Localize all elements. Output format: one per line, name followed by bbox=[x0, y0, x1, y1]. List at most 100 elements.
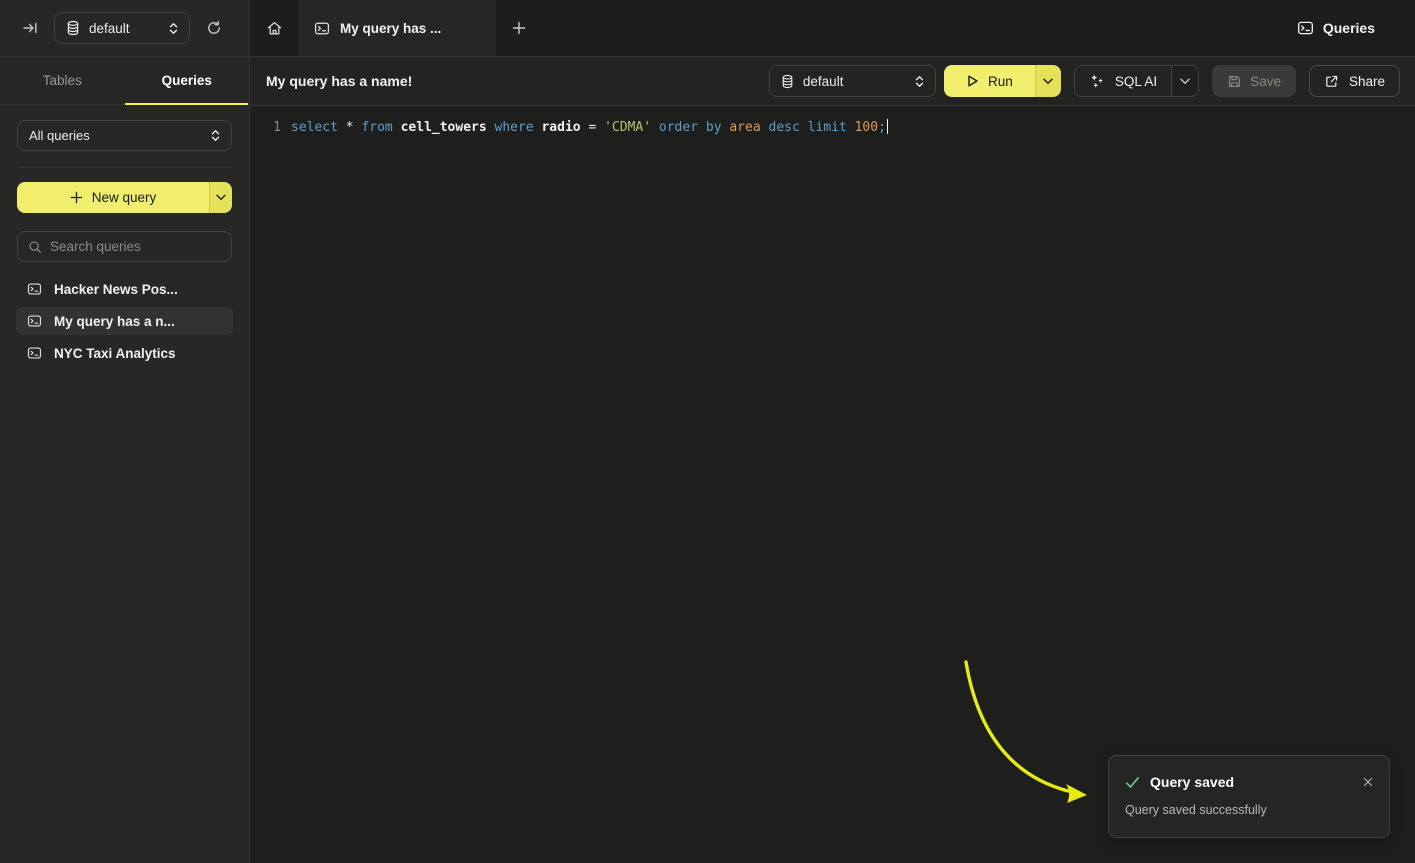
save-button[interactable]: Save bbox=[1212, 65, 1296, 97]
run-split-button: Run bbox=[944, 65, 1061, 97]
sidebar-tabs: Tables Queries bbox=[0, 57, 249, 105]
share-label: Share bbox=[1349, 74, 1385, 89]
sql-token: desc limit bbox=[769, 120, 855, 135]
main-area: My query has a name! default bbox=[250, 57, 1415, 863]
query-list-item[interactable]: Hacker News Pos... bbox=[16, 275, 233, 303]
close-toast-button[interactable] bbox=[1363, 775, 1373, 789]
topbar-sidebar-section: default bbox=[0, 0, 250, 56]
sidebar-tab-tables-label: Tables bbox=[43, 73, 82, 88]
search-queries-box bbox=[17, 231, 232, 262]
query-filter-section: All queries New query bbox=[0, 105, 249, 262]
page-title: My query has a name! bbox=[266, 73, 412, 89]
sparkles-ai-icon bbox=[1089, 73, 1105, 89]
sql-token: radio bbox=[541, 120, 588, 135]
sql-ai-dropdown-button[interactable] bbox=[1171, 66, 1198, 96]
tab-strip: My query has ... Queries bbox=[250, 0, 1415, 56]
collapse-sidebar-button[interactable] bbox=[22, 20, 38, 36]
sql-token: = bbox=[588, 120, 604, 135]
plus-icon bbox=[70, 191, 83, 204]
divider bbox=[17, 167, 232, 168]
search-icon bbox=[28, 240, 42, 254]
save-label: Save bbox=[1250, 74, 1281, 89]
refresh-icon bbox=[206, 20, 222, 36]
check-icon bbox=[1125, 776, 1140, 789]
new-query-dropdown-button[interactable] bbox=[209, 182, 232, 213]
toast-header: Query saved bbox=[1125, 774, 1373, 790]
query-list-item-selected[interactable]: My query has a n... bbox=[16, 307, 233, 335]
query-item-label: NYC Taxi Analytics bbox=[54, 346, 176, 361]
run-label: Run bbox=[988, 74, 1013, 89]
sql-ai-split-button: SQL AI bbox=[1074, 65, 1199, 97]
run-button[interactable]: Run bbox=[944, 65, 1035, 97]
new-query-split-button: New query bbox=[17, 182, 232, 213]
sql-editor[interactable]: 1 select * from cell_towers where radio … bbox=[250, 106, 1415, 136]
terminal-icon bbox=[27, 346, 42, 360]
close-icon bbox=[1363, 777, 1373, 787]
play-icon bbox=[966, 74, 979, 88]
chevron-down-icon bbox=[1043, 78, 1053, 85]
sql-token: select bbox=[291, 120, 346, 135]
sql-token: cell_towers bbox=[401, 120, 495, 135]
refresh-button[interactable] bbox=[206, 20, 222, 36]
sql-token: where bbox=[495, 120, 542, 135]
sql-token: 'CDMA' bbox=[604, 120, 659, 135]
tab-label: My query has ... bbox=[340, 21, 441, 36]
line-number: 1 bbox=[267, 119, 281, 136]
editor-toolbar: default Run bbox=[769, 65, 1400, 97]
query-filter-select[interactable]: All queries bbox=[17, 120, 232, 151]
database-icon bbox=[66, 20, 80, 36]
sidebar-tab-queries[interactable]: Queries bbox=[125, 57, 250, 104]
save-icon bbox=[1227, 74, 1242, 89]
toolbar-database-value: default bbox=[803, 74, 905, 89]
sql-ai-label: SQL AI bbox=[1115, 74, 1157, 89]
chevron-updown-icon bbox=[210, 129, 221, 142]
sql-token: from bbox=[361, 120, 400, 135]
sql-token: area bbox=[729, 120, 768, 135]
sidebar-tab-tables[interactable]: Tables bbox=[0, 57, 125, 104]
queries-indicator[interactable]: Queries bbox=[1297, 0, 1415, 56]
database-icon bbox=[781, 74, 794, 89]
plus-icon bbox=[512, 21, 526, 35]
topbar: default bbox=[0, 0, 1415, 57]
query-list: Hacker News Pos... My query has a n... bbox=[0, 275, 249, 367]
home-button[interactable] bbox=[250, 0, 298, 56]
sql-ai-button[interactable]: SQL AI bbox=[1075, 66, 1171, 96]
database-selector[interactable]: default bbox=[54, 12, 190, 44]
sql-token: order by bbox=[659, 120, 729, 135]
terminal-icon bbox=[1297, 20, 1314, 36]
search-queries-input[interactable] bbox=[50, 239, 227, 254]
run-dropdown-button[interactable] bbox=[1035, 65, 1061, 97]
sql-token: ; bbox=[878, 120, 886, 135]
chevron-updown-icon bbox=[168, 22, 179, 35]
query-list-item[interactable]: NYC Taxi Analytics bbox=[16, 339, 233, 367]
query-title-row: My query has a name! default bbox=[250, 57, 1415, 106]
new-query-label: New query bbox=[92, 190, 157, 205]
share-button[interactable]: Share bbox=[1309, 65, 1400, 97]
share-export-icon bbox=[1324, 74, 1339, 89]
sql-code-line: select * from cell_towers where radio = … bbox=[291, 119, 888, 136]
chevron-updown-icon bbox=[914, 75, 925, 88]
toolbar-database-selector[interactable]: default bbox=[769, 65, 936, 97]
text-cursor bbox=[887, 119, 889, 134]
sql-token: 100 bbox=[855, 120, 878, 135]
toast-message: Query saved successfully bbox=[1125, 803, 1373, 817]
database-selector-value: default bbox=[89, 21, 159, 36]
sidebar-tab-queries-label: Queries bbox=[162, 73, 212, 88]
toast-title: Query saved bbox=[1150, 774, 1234, 790]
query-item-label: Hacker News Pos... bbox=[54, 282, 178, 297]
query-item-label: My query has a n... bbox=[54, 314, 175, 329]
sql-token: * bbox=[346, 120, 362, 135]
new-query-button[interactable]: New query bbox=[17, 182, 209, 213]
sidebar: Tables Queries All queries bbox=[0, 57, 250, 863]
terminal-icon bbox=[27, 282, 42, 296]
chevron-down-icon bbox=[216, 194, 226, 201]
terminal-icon bbox=[314, 21, 330, 36]
terminal-icon bbox=[27, 314, 42, 328]
queries-indicator-label: Queries bbox=[1323, 20, 1375, 36]
toast-query-saved: Query saved Query saved successfully bbox=[1108, 755, 1390, 838]
tab-my-query[interactable]: My query has ... bbox=[298, 0, 496, 56]
query-filter-value: All queries bbox=[29, 128, 201, 143]
new-tab-button[interactable] bbox=[496, 0, 542, 56]
home-icon bbox=[266, 20, 283, 37]
chevron-down-icon bbox=[1180, 78, 1190, 85]
